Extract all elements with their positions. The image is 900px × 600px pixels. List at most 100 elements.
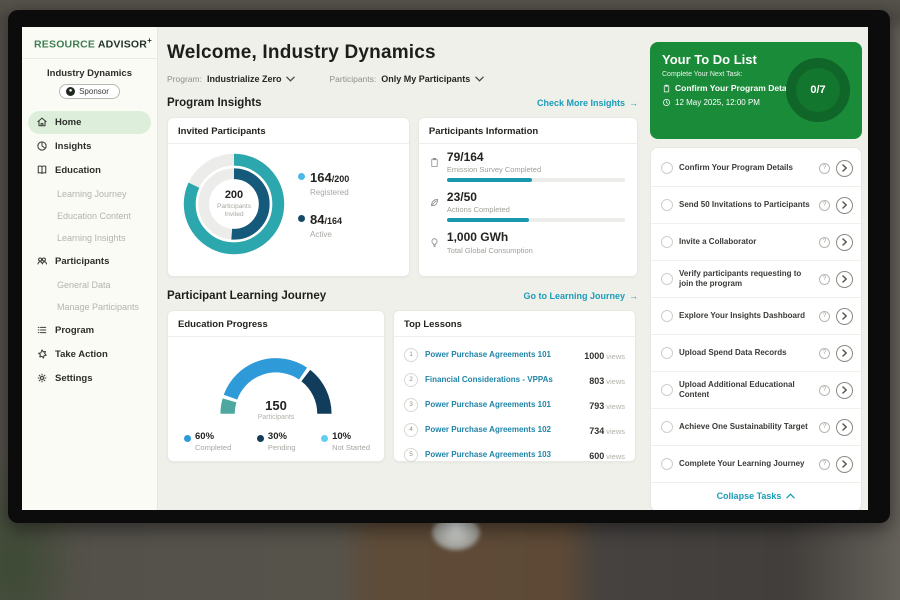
todo-panel: Your To Do List Complete Your Next Task:… [650,27,868,510]
page-title: Welcome, Industry Dynamics [167,42,650,64]
legend-not-started: 10%Not Started [321,431,370,452]
home-icon [36,116,48,128]
task-row[interactable]: Verify participants requesting to join t… [651,261,861,298]
sidebar-item-learning-insights[interactable]: Learning Insights [28,227,151,249]
clock-icon [662,98,671,107]
lesson-link[interactable]: Power Purchase Agreements 101 [425,400,582,409]
sidebar-item-take-action[interactable]: Take Action [28,343,151,366]
task-row[interactable]: Explore Your Insights Dashboard ? [651,298,861,335]
sidebar-item-participants[interactable]: Participants [28,250,151,273]
gear-icon [36,372,48,384]
task-row[interactable]: Complete Your Learning Journey ? [651,446,861,483]
info-icon[interactable]: ? [819,163,830,174]
app-logo: RESOURCE ADVISOR+ [22,27,157,59]
card-title: Top Lessons [394,311,635,337]
info-icon[interactable]: ? [819,237,830,248]
task-checkbox[interactable] [661,273,673,285]
info-icon[interactable]: ? [819,385,830,396]
task-checkbox[interactable] [661,162,673,174]
task-open-button[interactable] [836,271,853,288]
task-checkbox[interactable] [661,236,673,248]
legend-completed: 60%Completed [184,431,231,452]
chevron-down-icon [286,76,295,82]
task-open-button[interactable] [836,456,853,473]
task-checkbox[interactable] [661,458,673,470]
logo-advisor: ADVISOR [98,39,147,51]
sidebar-item-settings[interactable]: Settings [28,367,151,390]
sidebar-item-education[interactable]: Education [28,159,151,182]
insights-icon [36,140,48,152]
sidebar-item-home[interactable]: Home [28,111,151,134]
sponsor-badge[interactable]: ● Sponsor [59,84,120,99]
task-checkbox[interactable] [661,347,673,359]
book-icon [36,164,48,176]
task-checkbox[interactable] [661,310,673,322]
program-dropdown[interactable]: Program: Industrialize Zero [167,74,295,84]
participants-dropdown[interactable]: Participants: Only My Participants [329,74,484,84]
task-open-button[interactable] [836,308,853,325]
task-row[interactable]: Confirm Your Program Details ? [651,150,861,187]
sidebar-item-general-data[interactable]: General Data [28,274,151,296]
top-lessons-card: Top Lessons 1 Power Purchase Agreements … [393,310,636,462]
gauge-legend: 60%Completed 30%Pending 10%Not Started [168,417,384,452]
info-icon[interactable]: ? [819,274,830,285]
logo-plus: + [147,36,152,45]
org-name: Industry Dynamics [22,68,157,79]
card-title: Participants Information [419,118,637,144]
task-checkbox[interactable] [661,384,673,396]
sidebar-item-program[interactable]: Program [28,319,151,342]
info-icon[interactable]: ? [819,459,830,470]
task-open-button[interactable] [836,160,853,177]
logo-resource: RESOURCE [34,39,95,51]
lesson-list: 1 Power Purchase Agreements 101 1000view… [394,337,635,467]
lesson-rank: 4 [404,423,418,437]
go-to-learning-journey-link[interactable]: Go to Learning Journey → [523,291,638,301]
info-icon[interactable]: ? [819,422,830,433]
legend-pending: 30%Pending [257,431,296,452]
task-row[interactable]: Upload Additional Educational Content ? [651,372,861,409]
sidebar-item-education-content[interactable]: Education Content [28,205,151,227]
legend-dot [298,173,305,180]
sponsor-badge-label: Sponsor [79,87,109,96]
legend-dot [184,435,191,442]
task-row[interactable]: Send 50 Invitations to Participants ? [651,187,861,224]
info-icon[interactable]: ? [819,348,830,359]
collapse-tasks-link[interactable]: Collapse Tasks [651,483,861,509]
gauge-center-value: 150 [210,398,342,413]
actions-completed-row: 23/50 Actions Completed [429,191,625,222]
arrow-right-icon: → [629,291,638,301]
education-gauge-chart: 150 Participants [210,351,342,417]
task-list-card: Confirm Your Program Details ? Send 50 I… [650,147,862,510]
task-open-button[interactable] [836,382,853,399]
info-icon[interactable]: ? [819,311,830,322]
todo-hero-card: Your To Do List Complete Your Next Task:… [650,42,862,139]
list-icon [36,324,48,336]
task-row[interactable]: Invite a Collaborator ? [651,224,861,261]
task-checkbox[interactable] [661,199,673,211]
task-row[interactable]: Upload Spend Data Records ? [651,335,861,372]
check-more-insights-link[interactable]: Check More Insights → [537,98,638,108]
lesson-link[interactable]: Financial Considerations - VPPAs [425,375,582,384]
sidebar-item-insights[interactable]: Insights [28,135,151,158]
task-open-button[interactable] [836,234,853,251]
task-checkbox[interactable] [661,421,673,433]
todo-progress-ring: 0/7 [786,58,850,122]
task-open-button[interactable] [836,197,853,214]
learning-journey-title: Participant Learning Journey [167,290,326,302]
info-icon[interactable]: ? [819,200,830,211]
gauge-center-label: Participants [210,414,342,421]
invited-participants-card: Invited Participants 200 [167,117,410,277]
todo-progress-value: 0/7 [810,84,825,96]
lesson-link[interactable]: Power Purchase Agreements 102 [425,425,582,434]
lesson-rank: 3 [404,398,418,412]
lesson-link[interactable]: Power Purchase Agreements 101 [425,350,577,359]
sidebar-item-learning-journey[interactable]: Learning Journey [28,183,151,205]
task-row[interactable]: Achieve One Sustainability Target ? [651,409,861,446]
task-open-button[interactable] [836,419,853,436]
program-insights-header: Program Insights Check More Insights → [167,97,650,109]
sidebar-item-manage-participants[interactable]: Manage Participants [28,296,151,318]
insights-cards-row: Invited Participants 200 [167,117,650,277]
task-open-button[interactable] [836,345,853,362]
lesson-link[interactable]: Power Purchase Agreements 103 [425,450,582,459]
learning-journey-header: Participant Learning Journey Go to Learn… [167,290,650,302]
